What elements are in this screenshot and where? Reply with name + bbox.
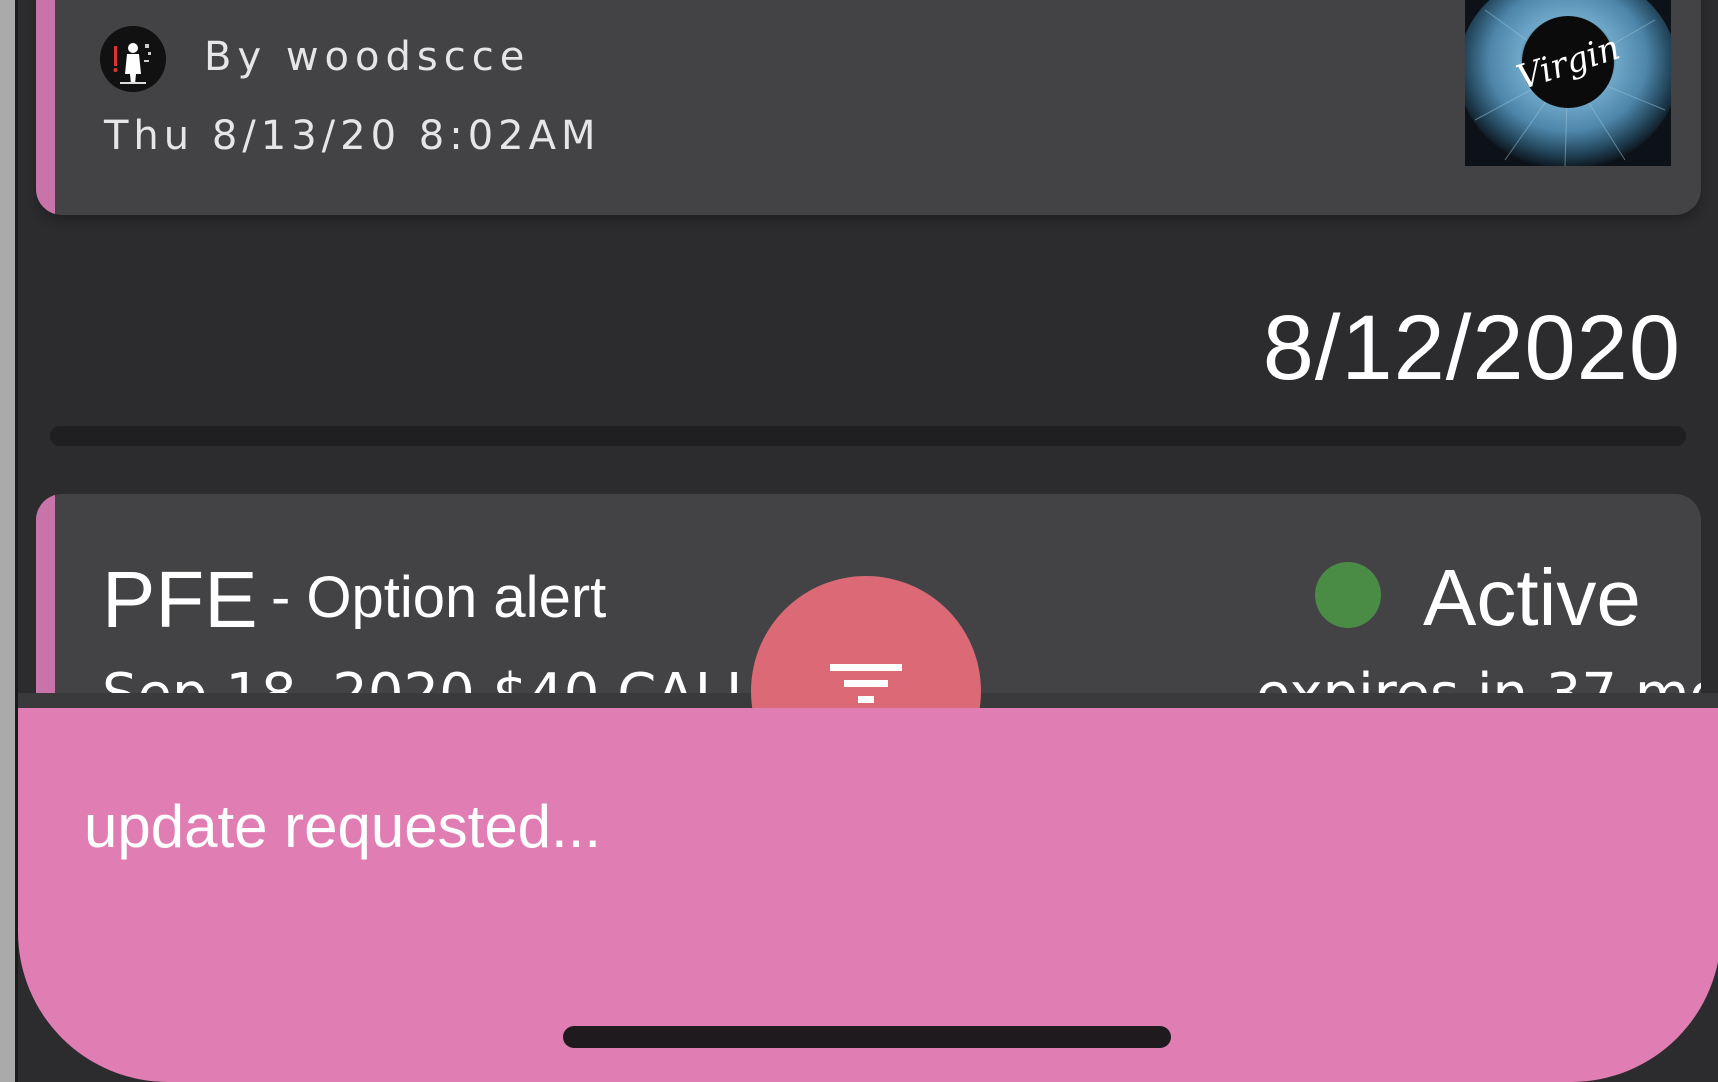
snackbar: update requested... <box>18 708 1718 1082</box>
alert-type-label: - Option alert <box>271 565 607 630</box>
card-accent-bar <box>36 0 55 215</box>
author-byline: By woodscce <box>204 34 531 80</box>
device-frame: By woodscce Thu 8/13/20 8:02AM Virgin 8/… <box>0 0 1718 1082</box>
status-indicator-icon <box>1315 562 1381 628</box>
snackbar-message: update requested... <box>84 793 602 860</box>
filter-icon <box>830 664 902 703</box>
virgin-logo: Virgin <box>1465 0 1671 166</box>
author-avatar[interactable] <box>100 26 166 92</box>
date-section-header: 8/12/2020 <box>1262 297 1681 399</box>
section-divider <box>50 426 1686 446</box>
post-timestamp: Thu 8/13/20 8:02AM <box>104 113 601 159</box>
post-card[interactable]: By woodscce Thu 8/13/20 8:02AM Virgin <box>36 0 1701 215</box>
status-label: Active <box>1423 553 1641 642</box>
app-screen: By woodscce Thu 8/13/20 8:02AM Virgin 8/… <box>15 0 1718 1082</box>
alert-ticker: PFE <box>102 555 258 644</box>
home-indicator[interactable] <box>563 1026 1171 1048</box>
